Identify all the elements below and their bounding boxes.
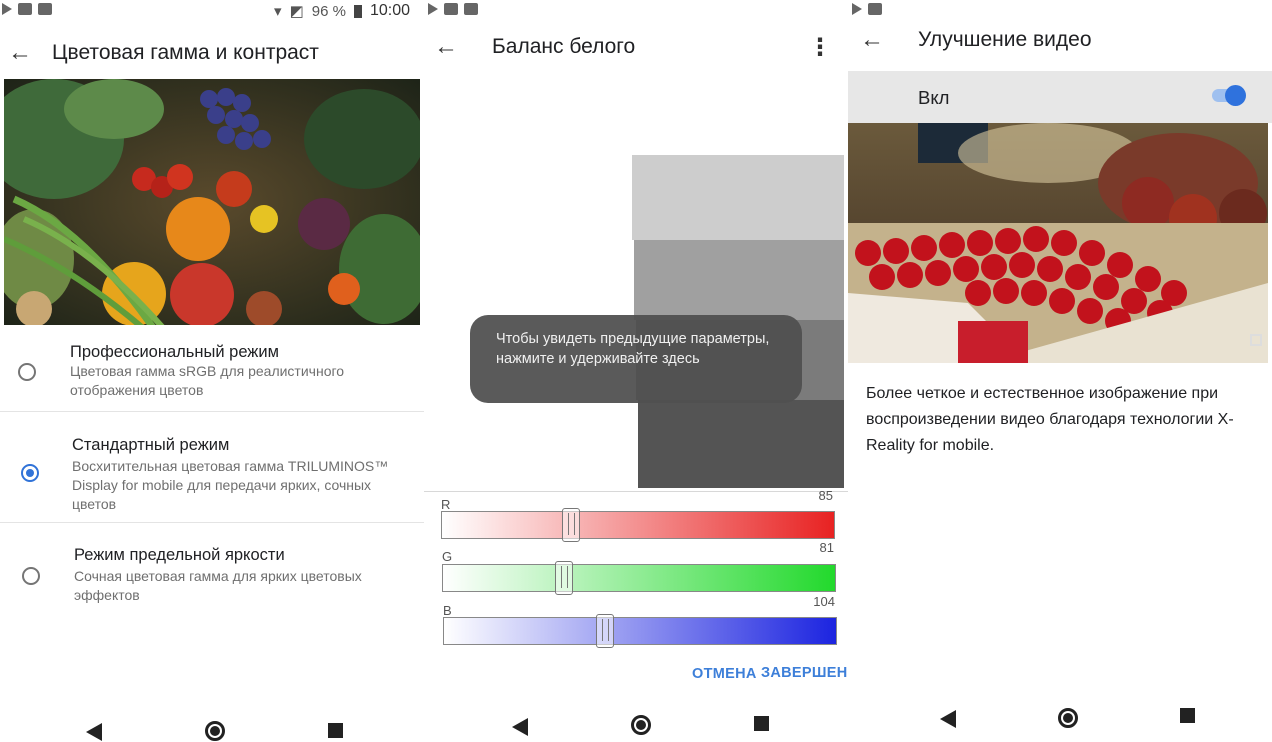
color-gamut-screen: ▾ ◩ 96 % 10:00 ← Цветовая гамма и контра…: [0, 0, 424, 742]
nav-home-icon[interactable]: [1058, 708, 1078, 728]
app-bar: ← Баланс белого ⋮: [424, 27, 848, 67]
white-balance-screen: ← Баланс белого ⋮ Чтобы увидеть предыдущ…: [424, 0, 848, 742]
vegetables-photo: [4, 79, 420, 325]
slider-track-b[interactable]: [443, 617, 837, 645]
nav-home-icon[interactable]: [205, 721, 225, 741]
video-enhancement-description: Более четкое и естественное изображение …: [866, 385, 1234, 454]
hold-to-compare-toast[interactable]: Чтобы увидеть предыдущие параметры, нажм…: [470, 315, 802, 403]
nav-back-icon[interactable]: [86, 723, 102, 741]
option-subtitle: Восхитительная цветовая гамма TRILUMINOS…: [72, 458, 389, 512]
slider-thumb-b[interactable]: [595, 614, 614, 648]
nav-back-icon[interactable]: [512, 718, 528, 736]
option-professional-mode[interactable]: Профессиональный режим Цветовая гамма sR…: [0, 325, 424, 411]
nav-bar: [424, 702, 848, 742]
option-standard-mode[interactable]: Стандартный режим Восхитительная цветова…: [0, 412, 424, 522]
divider: [424, 491, 848, 492]
page-title: Цветовая гамма и контраст: [52, 41, 319, 64]
more-options-icon[interactable]: ⋮: [808, 33, 832, 62]
gray-swatch-mid: [634, 240, 844, 320]
radio-standard[interactable]: [21, 464, 39, 482]
slider-value-b: 104: [813, 594, 835, 609]
nav-bar: [0, 705, 424, 742]
toggle-switch[interactable]: [1212, 85, 1246, 106]
option-subtitle: Цветовая гамма sRGB для реалистичного от…: [70, 363, 345, 398]
gray-swatch-light: [632, 155, 844, 240]
gallery-icon: [464, 3, 478, 15]
nav-back-icon[interactable]: [940, 710, 956, 728]
tomatoes-photo: [848, 123, 1268, 363]
slider-value-r: 85: [818, 488, 833, 503]
status-bar: [424, 0, 848, 24]
play-store-icon: [2, 3, 12, 15]
slider-value-g: 81: [819, 540, 834, 555]
cancel-button[interactable]: ОТМЕНА: [692, 666, 757, 682]
option-title: Режим предельной яркости: [74, 546, 285, 564]
radio-max-brightness[interactable]: [22, 567, 40, 585]
fullscreen-icon[interactable]: [1250, 334, 1262, 346]
nav-recents-icon[interactable]: [328, 723, 343, 738]
nav-home-icon[interactable]: [631, 715, 651, 735]
page-title: Улучшение видео: [918, 28, 1092, 51]
gmail-icon: [18, 3, 32, 15]
done-button[interactable]: ЗАВЕРШЕНО: [761, 665, 848, 681]
battery-percent: 96 %: [311, 2, 346, 20]
radio-professional[interactable]: [18, 363, 36, 381]
gmail-icon: [868, 3, 882, 15]
toggle-label: Вкл: [918, 87, 950, 108]
option-subtitle: Сочная цветовая гамма для ярких цветовых…: [74, 568, 362, 603]
slider-label-b: B: [443, 603, 452, 618]
gray-swatch-darkest: [638, 400, 844, 488]
play-store-icon: [852, 3, 862, 15]
no-sim-icon: ◩: [289, 3, 304, 20]
option-title: Стандартный режим: [72, 436, 230, 454]
gallery-icon: [38, 3, 52, 15]
slider-track-r[interactable]: [441, 511, 835, 539]
video-enhancement-screen: ← Улучшение видео Вкл Более четкое и ест…: [848, 0, 1272, 742]
slider-track-g[interactable]: [442, 564, 836, 592]
clock: 10:00: [369, 2, 410, 19]
slider-thumb-r[interactable]: [562, 508, 581, 542]
back-arrow-icon[interactable]: ←: [852, 26, 892, 54]
page-title: Баланс белого: [492, 35, 636, 58]
status-bar: ▾ ◩ 96 % 10:00: [0, 0, 424, 24]
play-store-icon: [428, 3, 438, 15]
option-title: Профессиональный режим: [70, 343, 279, 361]
app-bar: ← Улучшение видео: [848, 20, 1272, 60]
battery-icon: [353, 4, 362, 18]
gmail-icon: [444, 3, 458, 15]
slider-thumb-g[interactable]: [555, 561, 574, 595]
nav-recents-icon[interactable]: [1180, 708, 1195, 723]
nav-recents-icon[interactable]: [754, 716, 769, 731]
video-enhancement-toggle-row[interactable]: Вкл: [848, 71, 1272, 123]
back-arrow-icon[interactable]: ←: [426, 33, 466, 61]
app-bar: ← Цветовая гамма и контраст: [0, 33, 424, 73]
slider-label-g: G: [442, 549, 453, 564]
nav-bar: [848, 700, 1272, 740]
back-arrow-icon[interactable]: ←: [0, 39, 40, 67]
wifi-icon: ▾: [274, 3, 282, 20]
slider-label-r: R: [441, 497, 451, 512]
option-max-brightness-mode[interactable]: Режим предельной яркости Сочная цветовая…: [0, 523, 424, 623]
